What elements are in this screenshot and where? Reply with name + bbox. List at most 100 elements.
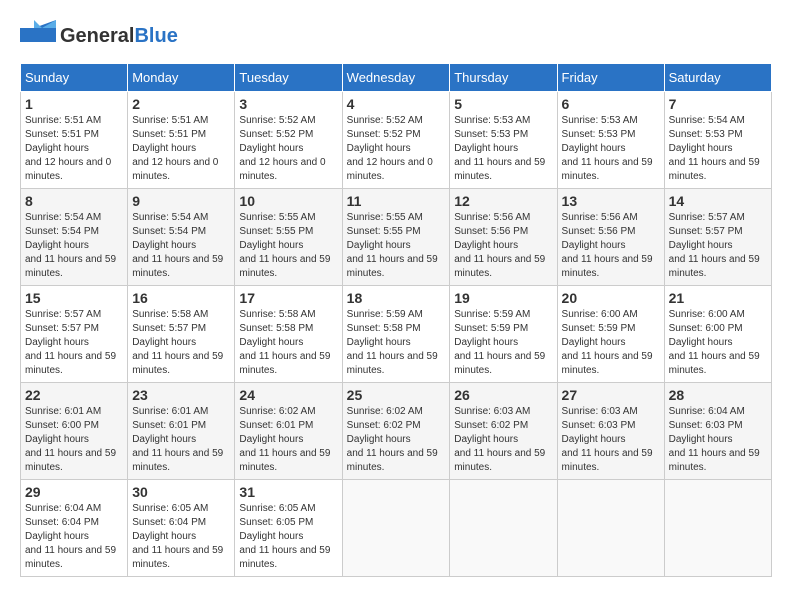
day-number: 23 xyxy=(132,387,230,403)
day-info: Sunrise: 5:58 AMSunset: 5:58 PMDaylight … xyxy=(239,309,330,376)
day-info: Sunrise: 5:51 AMSunset: 5:51 PMDaylight … xyxy=(132,115,218,182)
logo-text: GeneralBlue xyxy=(60,25,178,47)
day-cell-1: 1 Sunrise: 5:51 AMSunset: 5:51 PMDayligh… xyxy=(21,92,128,189)
day-cell-29: 29 Sunrise: 6:04 AMSunset: 6:04 PMDaylig… xyxy=(21,480,128,577)
day-cell-15: 15 Sunrise: 5:57 AMSunset: 5:57 PMDaylig… xyxy=(21,286,128,383)
day-info: Sunrise: 5:59 AMSunset: 5:58 PMDaylight … xyxy=(347,309,438,376)
weekday-header-monday: Monday xyxy=(128,64,235,92)
day-number: 24 xyxy=(239,387,337,403)
day-number: 21 xyxy=(669,290,767,306)
day-number: 8 xyxy=(25,193,123,209)
day-cell-13: 13 Sunrise: 5:56 AMSunset: 5:56 PMDaylig… xyxy=(557,189,664,286)
day-cell-7: 7 Sunrise: 5:54 AMSunset: 5:53 PMDayligh… xyxy=(664,92,771,189)
day-cell-26: 26 Sunrise: 6:03 AMSunset: 6:02 PMDaylig… xyxy=(450,383,557,480)
day-info: Sunrise: 5:55 AMSunset: 5:55 PMDaylight … xyxy=(239,212,330,279)
day-number: 12 xyxy=(454,193,552,209)
day-number: 13 xyxy=(562,193,660,209)
day-info: Sunrise: 6:05 AMSunset: 6:05 PMDaylight … xyxy=(239,503,330,570)
day-cell-2: 2 Sunrise: 5:51 AMSunset: 5:51 PMDayligh… xyxy=(128,92,235,189)
day-info: Sunrise: 5:57 AMSunset: 5:57 PMDaylight … xyxy=(25,309,116,376)
day-info: Sunrise: 6:01 AMSunset: 6:00 PMDaylight … xyxy=(25,406,116,473)
day-cell-14: 14 Sunrise: 5:57 AMSunset: 5:57 PMDaylig… xyxy=(664,189,771,286)
day-number: 19 xyxy=(454,290,552,306)
weekday-header-wednesday: Wednesday xyxy=(342,64,450,92)
week-row-2: 8 Sunrise: 5:54 AMSunset: 5:54 PMDayligh… xyxy=(21,189,772,286)
day-info: Sunrise: 5:52 AMSunset: 5:52 PMDaylight … xyxy=(347,115,433,182)
weekday-header-thursday: Thursday xyxy=(450,64,557,92)
day-cell-24: 24 Sunrise: 6:02 AMSunset: 6:01 PMDaylig… xyxy=(235,383,342,480)
day-cell-11: 11 Sunrise: 5:55 AMSunset: 5:55 PMDaylig… xyxy=(342,189,450,286)
day-cell-9: 9 Sunrise: 5:54 AMSunset: 5:54 PMDayligh… xyxy=(128,189,235,286)
day-number: 17 xyxy=(239,290,337,306)
day-number: 11 xyxy=(347,193,446,209)
day-number: 1 xyxy=(25,96,123,112)
weekday-header-row: SundayMondayTuesdayWednesdayThursdayFrid… xyxy=(21,64,772,92)
page-header: GeneralBlue xyxy=(20,20,772,53)
day-info: Sunrise: 5:56 AMSunset: 5:56 PMDaylight … xyxy=(562,212,653,279)
day-number: 3 xyxy=(239,96,337,112)
day-number: 15 xyxy=(25,290,123,306)
day-cell-25: 25 Sunrise: 6:02 AMSunset: 6:02 PMDaylig… xyxy=(342,383,450,480)
logo-icon xyxy=(20,20,56,53)
day-info: Sunrise: 5:53 AMSunset: 5:53 PMDaylight … xyxy=(454,115,545,182)
day-info: Sunrise: 6:04 AMSunset: 6:04 PMDaylight … xyxy=(25,503,116,570)
day-number: 18 xyxy=(347,290,446,306)
day-cell-4: 4 Sunrise: 5:52 AMSunset: 5:52 PMDayligh… xyxy=(342,92,450,189)
weekday-header-sunday: Sunday xyxy=(21,64,128,92)
day-cell-18: 18 Sunrise: 5:59 AMSunset: 5:58 PMDaylig… xyxy=(342,286,450,383)
calendar-table: SundayMondayTuesdayWednesdayThursdayFrid… xyxy=(20,63,772,577)
weekday-header-tuesday: Tuesday xyxy=(235,64,342,92)
day-info: Sunrise: 5:51 AMSunset: 5:51 PMDaylight … xyxy=(25,115,111,182)
day-info: Sunrise: 5:54 AMSunset: 5:53 PMDaylight … xyxy=(669,115,760,182)
day-info: Sunrise: 5:52 AMSunset: 5:52 PMDaylight … xyxy=(239,115,325,182)
day-number: 5 xyxy=(454,96,552,112)
day-info: Sunrise: 5:55 AMSunset: 5:55 PMDaylight … xyxy=(347,212,438,279)
day-number: 30 xyxy=(132,484,230,500)
day-info: Sunrise: 6:05 AMSunset: 6:04 PMDaylight … xyxy=(132,503,223,570)
day-cell-10: 10 Sunrise: 5:55 AMSunset: 5:55 PMDaylig… xyxy=(235,189,342,286)
empty-cell xyxy=(557,480,664,577)
day-number: 9 xyxy=(132,193,230,209)
week-row-1: 1 Sunrise: 5:51 AMSunset: 5:51 PMDayligh… xyxy=(21,92,772,189)
day-cell-23: 23 Sunrise: 6:01 AMSunset: 6:01 PMDaylig… xyxy=(128,383,235,480)
weekday-header-saturday: Saturday xyxy=(664,64,771,92)
week-row-3: 15 Sunrise: 5:57 AMSunset: 5:57 PMDaylig… xyxy=(21,286,772,383)
day-number: 6 xyxy=(562,96,660,112)
day-info: Sunrise: 5:53 AMSunset: 5:53 PMDaylight … xyxy=(562,115,653,182)
empty-cell xyxy=(450,480,557,577)
day-cell-17: 17 Sunrise: 5:58 AMSunset: 5:58 PMDaylig… xyxy=(235,286,342,383)
day-cell-8: 8 Sunrise: 5:54 AMSunset: 5:54 PMDayligh… xyxy=(21,189,128,286)
weekday-header-friday: Friday xyxy=(557,64,664,92)
day-number: 27 xyxy=(562,387,660,403)
day-number: 10 xyxy=(239,193,337,209)
day-info: Sunrise: 6:01 AMSunset: 6:01 PMDaylight … xyxy=(132,406,223,473)
day-info: Sunrise: 6:03 AMSunset: 6:03 PMDaylight … xyxy=(562,406,653,473)
week-row-5: 29 Sunrise: 6:04 AMSunset: 6:04 PMDaylig… xyxy=(21,480,772,577)
day-info: Sunrise: 6:02 AMSunset: 6:01 PMDaylight … xyxy=(239,406,330,473)
day-info: Sunrise: 5:58 AMSunset: 5:57 PMDaylight … xyxy=(132,309,223,376)
day-info: Sunrise: 5:54 AMSunset: 5:54 PMDaylight … xyxy=(25,212,116,279)
day-number: 25 xyxy=(347,387,446,403)
day-info: Sunrise: 5:57 AMSunset: 5:57 PMDaylight … xyxy=(669,212,760,279)
day-info: Sunrise: 6:03 AMSunset: 6:02 PMDaylight … xyxy=(454,406,545,473)
day-number: 22 xyxy=(25,387,123,403)
day-cell-16: 16 Sunrise: 5:58 AMSunset: 5:57 PMDaylig… xyxy=(128,286,235,383)
day-cell-3: 3 Sunrise: 5:52 AMSunset: 5:52 PMDayligh… xyxy=(235,92,342,189)
empty-cell xyxy=(664,480,771,577)
day-cell-6: 6 Sunrise: 5:53 AMSunset: 5:53 PMDayligh… xyxy=(557,92,664,189)
day-info: Sunrise: 5:54 AMSunset: 5:54 PMDaylight … xyxy=(132,212,223,279)
day-number: 7 xyxy=(669,96,767,112)
day-cell-21: 21 Sunrise: 6:00 AMSunset: 6:00 PMDaylig… xyxy=(664,286,771,383)
day-number: 26 xyxy=(454,387,552,403)
day-cell-30: 30 Sunrise: 6:05 AMSunset: 6:04 PMDaylig… xyxy=(128,480,235,577)
day-info: Sunrise: 6:04 AMSunset: 6:03 PMDaylight … xyxy=(669,406,760,473)
day-cell-28: 28 Sunrise: 6:04 AMSunset: 6:03 PMDaylig… xyxy=(664,383,771,480)
day-number: 2 xyxy=(132,96,230,112)
day-cell-5: 5 Sunrise: 5:53 AMSunset: 5:53 PMDayligh… xyxy=(450,92,557,189)
empty-cell xyxy=(342,480,450,577)
week-row-4: 22 Sunrise: 6:01 AMSunset: 6:00 PMDaylig… xyxy=(21,383,772,480)
day-number: 29 xyxy=(25,484,123,500)
day-number: 16 xyxy=(132,290,230,306)
day-info: Sunrise: 6:00 AMSunset: 5:59 PMDaylight … xyxy=(562,309,653,376)
day-cell-20: 20 Sunrise: 6:00 AMSunset: 5:59 PMDaylig… xyxy=(557,286,664,383)
